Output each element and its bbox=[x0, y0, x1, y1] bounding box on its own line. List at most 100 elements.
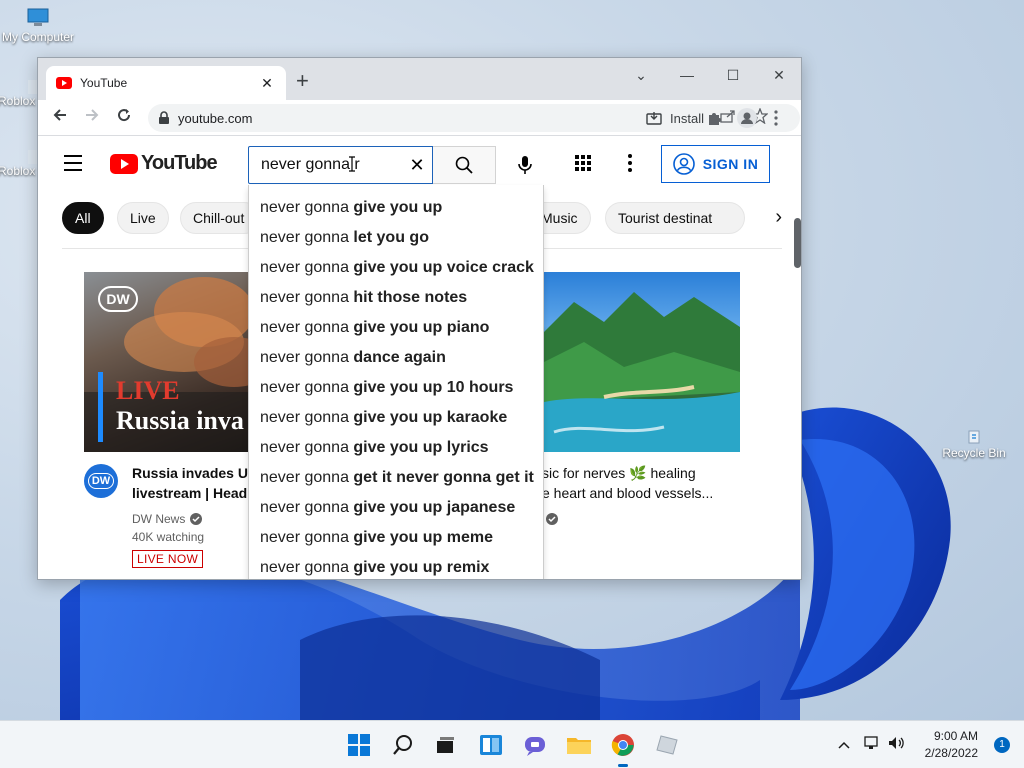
search-query-text: never gonna r bbox=[261, 156, 360, 173]
video-title-2-line1[interactable]: sic for nerves 🌿 healing bbox=[542, 463, 696, 483]
suggestion-completion: give you up meme bbox=[353, 529, 493, 546]
maximize-button[interactable]: ☐ bbox=[710, 62, 756, 88]
voice-search-button[interactable] bbox=[508, 148, 542, 182]
chip-all[interactable]: All bbox=[62, 202, 104, 234]
minimize-button[interactable]: — bbox=[664, 62, 710, 88]
show-hidden-icons-chevron-icon[interactable] bbox=[838, 736, 850, 754]
window-close-button[interactable]: ✕ bbox=[756, 62, 801, 88]
widgets-icon[interactable] bbox=[477, 731, 505, 759]
search-suggestion-item[interactable]: never gonna give you up japanese bbox=[249, 493, 543, 523]
settings-more-icon[interactable] bbox=[628, 154, 632, 177]
start-windows-icon[interactable] bbox=[345, 731, 373, 759]
tab-youtube[interactable]: YouTube ✕ bbox=[46, 66, 286, 100]
search-suggestion-item[interactable]: never gonna give you up voice crack bbox=[249, 253, 543, 283]
profile-avatar-icon[interactable] bbox=[737, 108, 757, 133]
volume-icon[interactable] bbox=[888, 736, 906, 755]
suggestion-completion: let you go bbox=[353, 229, 429, 246]
tab-search-dropdown-icon[interactable]: ⌄ bbox=[618, 62, 664, 88]
search-icon bbox=[455, 156, 473, 174]
suggestion-prefix: never gonna bbox=[260, 529, 354, 546]
search-suggestions-dropdown: never gonna give you up never gonna let y… bbox=[248, 185, 544, 579]
install-app-button[interactable]: Install bbox=[646, 111, 704, 126]
back-arrow-icon[interactable] bbox=[44, 108, 76, 127]
sign-in-button[interactable]: SIGN IN bbox=[661, 145, 770, 183]
desktop-icon-label: My Computer bbox=[1, 30, 75, 44]
video-title-1-line1[interactable]: Russia invades Ukr bbox=[132, 463, 261, 483]
browser-menu-icon[interactable] bbox=[774, 110, 778, 131]
microphone-icon bbox=[518, 156, 532, 174]
avatar-initials: DW bbox=[87, 473, 115, 489]
hamburger-menu-icon[interactable] bbox=[64, 155, 82, 176]
youtube-play-icon bbox=[110, 153, 138, 174]
address-bar[interactable]: youtube.com Install bbox=[148, 104, 800, 132]
share-icon[interactable] bbox=[720, 109, 736, 128]
suggestion-completion: give you up karaoke bbox=[353, 409, 508, 426]
search-button[interactable] bbox=[433, 146, 496, 184]
search-suggestion-item[interactable]: never gonna hit those notes bbox=[249, 283, 543, 313]
chip-tourist-destinations[interactable]: Tourist destinat bbox=[605, 202, 745, 234]
forward-arrow-icon[interactable] bbox=[76, 108, 108, 127]
chrome-window: YouTube ✕ + ⌄ — ☐ ✕ youtube.com Install … bbox=[37, 57, 802, 580]
suggestion-prefix: never gonna bbox=[260, 469, 354, 486]
task-view-icon[interactable] bbox=[431, 731, 459, 759]
chip-live[interactable]: Live bbox=[117, 202, 169, 234]
suggestion-prefix: never gonna bbox=[260, 229, 354, 246]
suggestion-prefix: never gonna bbox=[260, 499, 354, 516]
roblox-taskbar-icon[interactable] bbox=[653, 731, 681, 759]
file-explorer-icon[interactable] bbox=[565, 731, 593, 759]
suggestion-prefix: never gonna bbox=[260, 199, 354, 216]
reload-icon[interactable] bbox=[108, 108, 140, 127]
chrome-taskbar-icon[interactable] bbox=[609, 731, 637, 767]
search-suggestion-item[interactable]: never gonna give you up remix bbox=[249, 553, 543, 579]
search-suggestion-item[interactable]: never gonna dance again bbox=[249, 343, 543, 373]
account-circle-icon bbox=[672, 153, 695, 175]
channel-name[interactable]: DW News bbox=[132, 512, 203, 526]
browser-toolbar: youtube.com Install bbox=[38, 100, 801, 136]
youtube-logo[interactable]: YouTube bbox=[110, 152, 218, 175]
suggestion-prefix: never gonna bbox=[260, 409, 354, 426]
search-suggestion-item[interactable]: never gonna give you up bbox=[249, 193, 543, 223]
teams-chat-icon[interactable] bbox=[521, 731, 549, 759]
search-suggestion-item[interactable]: never gonna give you up karaoke bbox=[249, 403, 543, 433]
tab-strip: YouTube ✕ + ⌄ — ☐ ✕ bbox=[38, 58, 801, 100]
apps-grid-icon[interactable] bbox=[574, 154, 592, 177]
suggestion-completion: give you up 10 hours bbox=[353, 379, 514, 396]
live-now-badge: LIVE NOW bbox=[132, 550, 204, 568]
channel-avatar-dw[interactable]: DW bbox=[84, 464, 118, 498]
search-suggestion-item[interactable]: never gonna give you up piano bbox=[249, 313, 543, 343]
chevron-right-icon[interactable]: › bbox=[775, 206, 782, 229]
suggestion-completion: give you up bbox=[353, 199, 443, 216]
extensions-puzzle-icon[interactable] bbox=[706, 110, 722, 131]
video-title-1-line2[interactable]: livestream | Headli bbox=[132, 483, 255, 503]
desktop-icon-my-computer[interactable]: My Computer bbox=[0, 8, 78, 44]
youtube-wordmark: YouTube bbox=[141, 152, 218, 174]
desktop-icon-recycle-bin[interactable]: Recycle Bin bbox=[934, 428, 1014, 460]
search-input[interactable]: never gonna r ✕ bbox=[248, 146, 433, 184]
search-suggestion-item[interactable]: never gonna give you up 10 hours bbox=[249, 373, 543, 403]
suggestion-prefix: never gonna bbox=[260, 559, 354, 576]
video-title-2-line2[interactable]: e heart and blood vessels... bbox=[542, 483, 713, 503]
clock[interactable]: 9:00 AM 2/28/2022 bbox=[925, 728, 978, 762]
search-suggestion-item[interactable]: never gonna give you up meme bbox=[249, 523, 543, 553]
page-scrollbar[interactable] bbox=[794, 218, 801, 268]
suggestion-completion: give you up piano bbox=[353, 319, 490, 336]
taskbar-search-icon[interactable] bbox=[389, 731, 417, 759]
suggestion-completion: give you up lyrics bbox=[353, 439, 489, 456]
tab-close-icon[interactable]: ✕ bbox=[258, 75, 276, 92]
search-suggestion-item[interactable]: never gonna get it never gonna get it bbox=[249, 463, 543, 493]
clear-search-icon[interactable]: ✕ bbox=[402, 155, 432, 176]
search-suggestion-item[interactable]: never gonna give you up lyrics bbox=[249, 433, 543, 463]
suggestion-completion: give you up japanese bbox=[353, 499, 516, 516]
notification-badge[interactable]: 1 bbox=[994, 737, 1010, 753]
recycle-bin-icon bbox=[968, 430, 980, 444]
suggestion-prefix: never gonna bbox=[260, 259, 354, 276]
url-text: youtube.com bbox=[178, 110, 253, 126]
verified-check-icon bbox=[546, 513, 558, 525]
youtube-header: YouTube never gonna r ✕ SIGN IN bbox=[38, 136, 801, 192]
thumb-live-text: LIVE bbox=[116, 376, 180, 405]
desktop-icon-label: Roblox bbox=[0, 164, 36, 178]
search-suggestion-item[interactable]: never gonna let you go bbox=[249, 223, 543, 253]
new-tab-button[interactable]: + bbox=[296, 70, 309, 92]
network-icon[interactable] bbox=[864, 735, 880, 755]
video-thumbnail-2[interactable] bbox=[544, 272, 740, 452]
